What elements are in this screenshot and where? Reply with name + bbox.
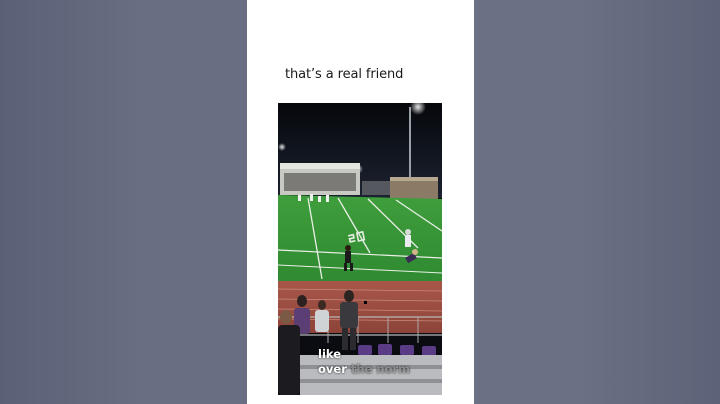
subtitle-active-word: over [318,362,347,376]
shorts-card: that’s a real friend like over the norm [247,0,474,404]
post-caption: that’s a real friend [285,67,404,82]
video-player[interactable]: like over the norm [278,103,442,395]
subtitle-line-1: like [318,347,342,361]
subtitle-upcoming-words: the norm [346,362,411,376]
video-subtitles: like over the norm [318,347,410,377]
subtitle-line-2: over the norm [318,362,410,377]
